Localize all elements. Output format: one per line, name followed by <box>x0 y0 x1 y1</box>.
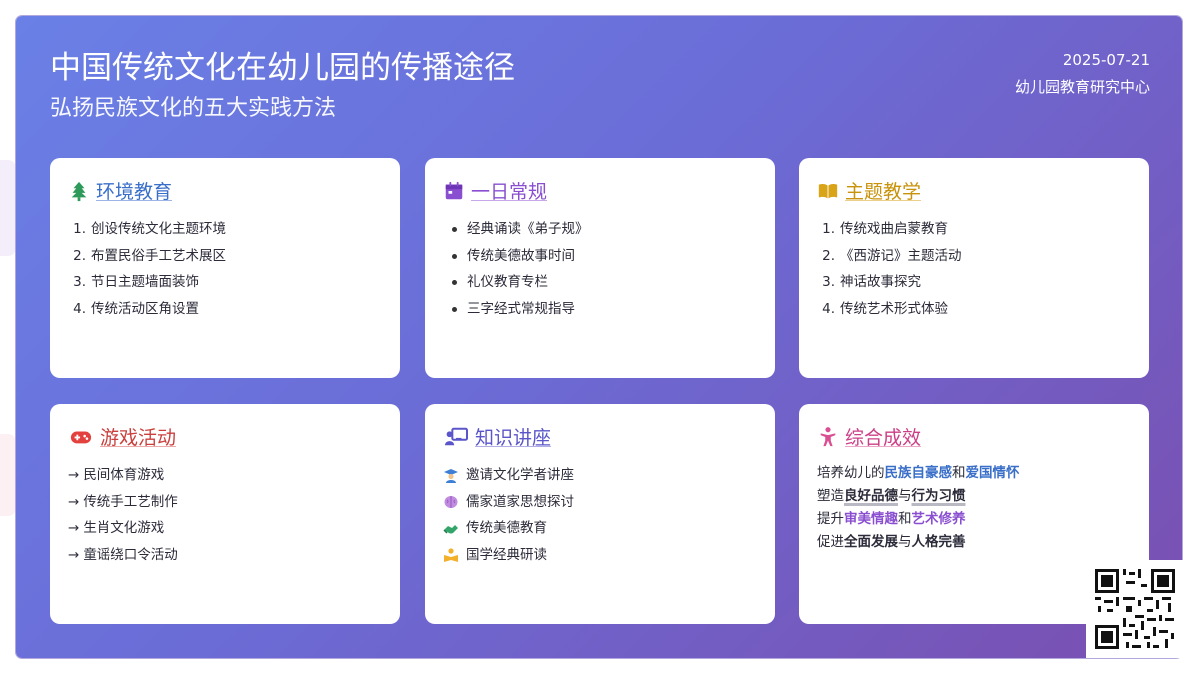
card-title: 综合成效 <box>845 427 922 449</box>
qr-code-icon <box>1086 560 1184 658</box>
card-header: 一日常规 <box>443 176 757 206</box>
item-list: 邀请文化学者讲座 儒家道家思想探讨 传统美德教育 国学经典研读 <box>443 462 757 569</box>
list-item: 培养幼儿的 民族自豪感和爱国情怀 <box>817 465 1020 481</box>
list-item: 4. 传统活动区角设置 <box>73 301 199 318</box>
calendar-icon <box>445 181 463 200</box>
list-item: → 生肖文化游戏 <box>68 520 165 537</box>
list-item: 三字经式常规指导 <box>443 296 757 323</box>
item-list: 1. 传统戏曲启蒙教育 2. 《西游记》主题活动 3. 神话故事探究 4. 传统艺术形式… <box>817 216 1131 323</box>
list-item: 2. 《西游记》主题活动 <box>822 247 962 264</box>
left-edge-decoration <box>0 160 16 256</box>
card-header: 游戏活动 <box>68 422 382 452</box>
card-header: 主题教学 <box>817 176 1131 206</box>
organization-label: 幼儿园教育研究中心 <box>1014 78 1150 96</box>
tree-icon <box>71 181 87 202</box>
list-item: 传统美德故事时间 <box>443 243 757 270</box>
scholar-icon <box>444 469 458 484</box>
list-item: 提升 审美情趣和艺术修养 <box>817 511 966 527</box>
teacher-icon <box>445 427 469 446</box>
card-knowledge-lectures: 知识讲座 邀请文化学者讲座 儒家道家思想探讨 传统美德教育 国学经典研读 <box>425 404 775 624</box>
book-icon <box>818 183 838 199</box>
item-list: 经典诵读《弟子规》 传统美德故事时间 礼仪教育专栏 三字经式常规指导 <box>443 216 757 323</box>
item-list: 1. 创设传统文化主题环境 2. 布置民俗手工艺术展区 3. 节日主题墙面装饰 4. 传… <box>68 216 382 323</box>
left-edge-decoration <box>0 434 16 516</box>
handshake-icon <box>443 524 458 534</box>
list-item: 3. 神话故事探究 <box>822 274 921 291</box>
card-header: 综合成效 <box>817 422 1131 452</box>
list-item: 1. 传统戏曲启蒙教育 <box>822 221 948 237</box>
list-item: 儒家道家思想探讨 <box>443 489 757 516</box>
list-item: 经典诵读《弟子规》 <box>443 216 757 243</box>
list-item: → 童谣绕口令活动 <box>68 547 178 564</box>
card-game-activities: 游戏活动 → 民间体育游戏 → 传统手工艺制作 → 生肖文化游戏 → 童谣绕口令活动 <box>50 404 400 624</box>
card-theme-teaching: 主题教学 1. 传统戏曲启蒙教育 2. 《西游记》主题活动 3. 神话故事探究 4. 传… <box>799 158 1149 378</box>
card-title: 游戏活动 <box>100 427 177 449</box>
card-header: 环境教育 <box>68 176 382 206</box>
card-title: 主题教学 <box>845 181 922 203</box>
page-title: 中国传统文化在幼儿园的传播途径 <box>50 50 515 86</box>
card-daily-routine: 一日常规 经典诵读《弟子规》 传统美德故事时间 礼仪教育专栏 三字经式常规指导 <box>425 158 775 378</box>
list-item: 塑造 良好品德与行为习惯 <box>817 488 966 504</box>
page-subtitle: 弘扬民族文化的五大实践方法 <box>50 96 337 121</box>
list-item: 4. 传统艺术形式体验 <box>822 301 948 318</box>
list-item: 3. 节日主题墙面装饰 <box>73 274 199 291</box>
gamepad-icon <box>70 431 92 444</box>
card-title: 知识讲座 <box>475 427 552 449</box>
list-item: 促进 全面发展与人格完善 <box>817 534 966 550</box>
child-icon <box>820 427 836 447</box>
list-item: → 民间体育游戏 <box>68 467 165 483</box>
qr-code <box>1086 560 1184 658</box>
brain-icon <box>444 496 458 509</box>
result-list: 培养幼儿的 民族自豪感和爱国情怀 塑造 良好品德与行为习惯 提升 审美情趣和艺术修养 … <box>817 462 1131 554</box>
list-item: → 传统手工艺制作 <box>68 493 178 510</box>
card-title: 环境教育 <box>96 181 173 203</box>
list-item: 国学经典研读 <box>443 542 757 569</box>
card-header: 知识讲座 <box>443 422 757 452</box>
list-item: 1. 创设传统文化主题环境 <box>73 221 226 237</box>
date-label: 2025-07-21 <box>1062 51 1150 69</box>
slide: 中国传统文化在幼儿园的传播途径 弘扬民族文化的五大实践方法 2025-07-21… <box>16 16 1182 658</box>
reading-icon <box>444 548 458 563</box>
list-item: 传统美德教育 <box>443 515 757 542</box>
card-environment: 环境教育 1. 创设传统文化主题环境 2. 布置民俗手工艺术展区 3. 节日主题墙面装… <box>50 158 400 378</box>
item-list: → 民间体育游戏 → 传统手工艺制作 → 生肖文化游戏 → 童谣绕口令活动 <box>68 462 382 569</box>
card-title: 一日常规 <box>471 181 548 203</box>
list-item: 2. 布置民俗手工艺术展区 <box>73 247 226 264</box>
list-item: 邀请文化学者讲座 <box>443 462 757 489</box>
list-item: 礼仪教育专栏 <box>443 269 757 296</box>
